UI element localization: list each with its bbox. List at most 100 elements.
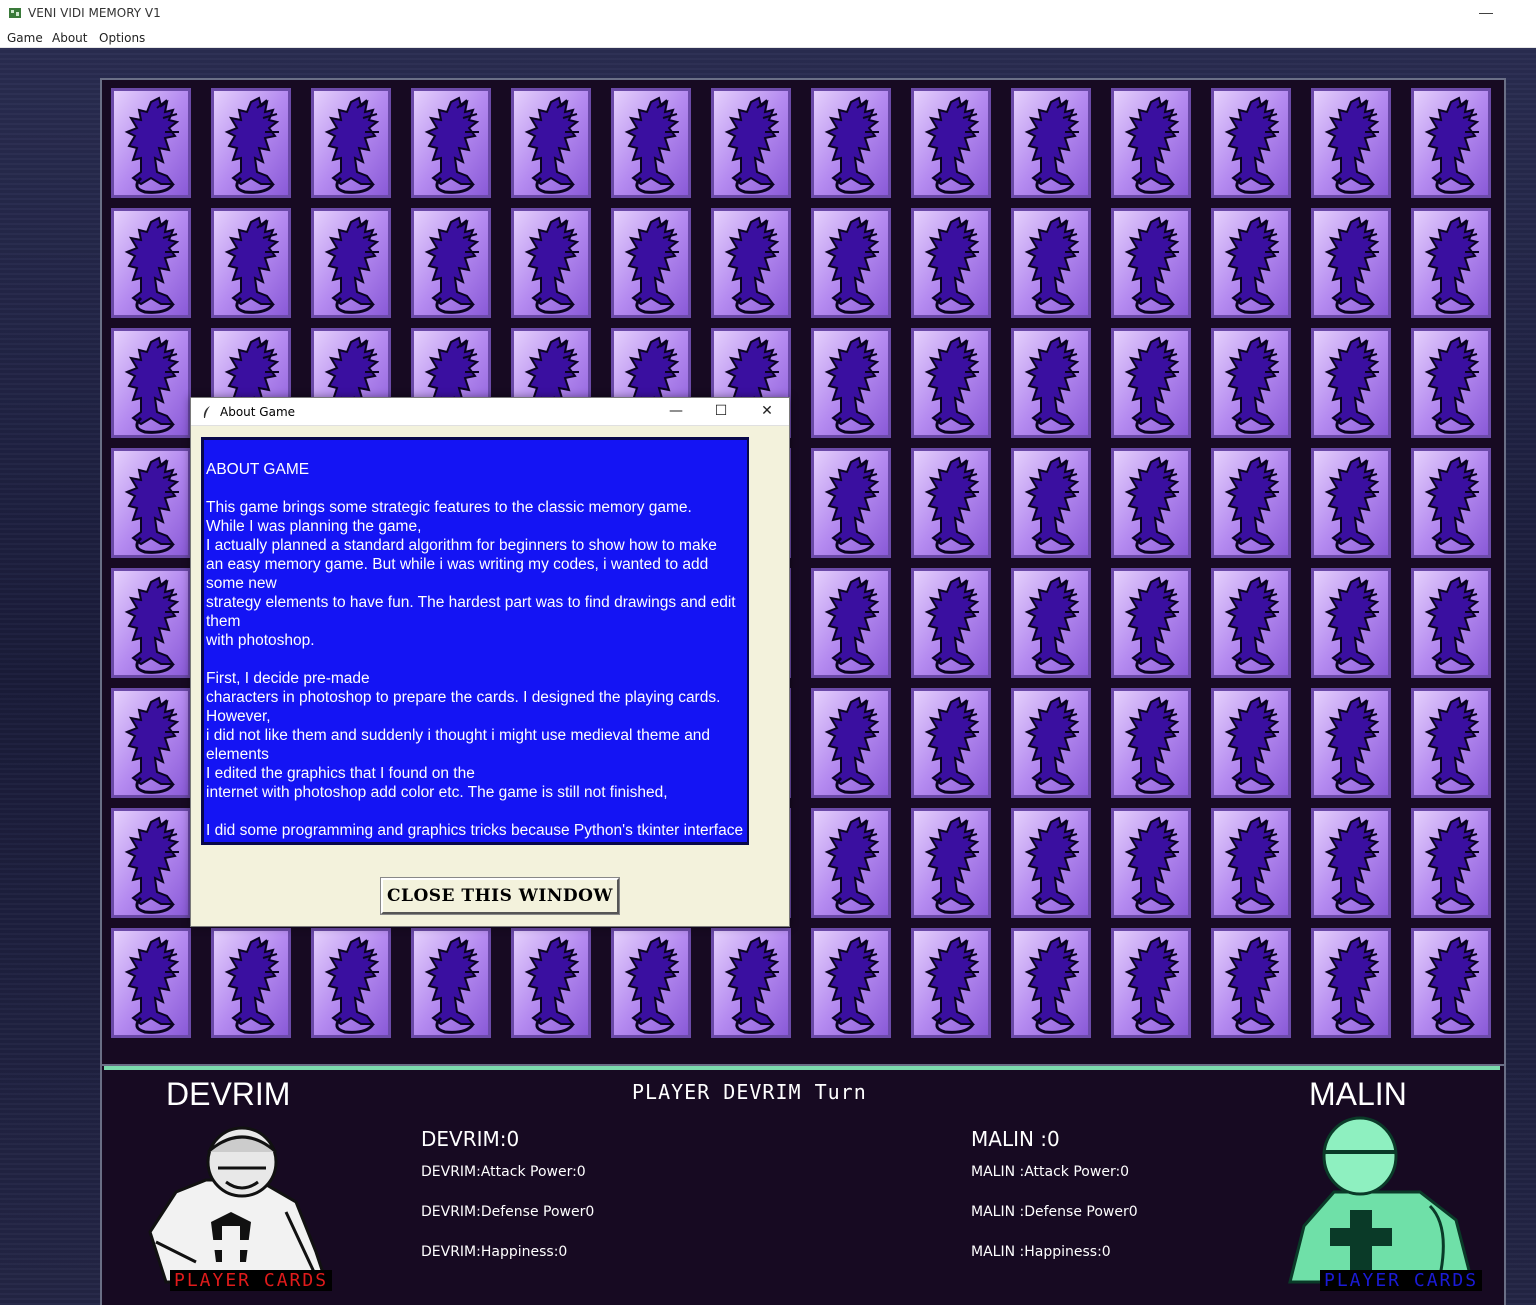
memory-card[interactable] [1311, 688, 1391, 798]
memory-card[interactable] [311, 928, 391, 1038]
memory-card[interactable] [1011, 568, 1091, 678]
memory-card[interactable] [111, 88, 191, 198]
memory-card[interactable] [1111, 328, 1191, 438]
memory-card[interactable] [811, 568, 891, 678]
memory-card[interactable] [1411, 448, 1491, 558]
knight-green-icon[interactable] [1280, 1116, 1474, 1284]
memory-card[interactable] [811, 688, 891, 798]
memory-card[interactable] [1211, 688, 1291, 798]
window-minimize-button[interactable]: — [1476, 4, 1496, 22]
memory-card[interactable] [1311, 88, 1391, 198]
memory-card[interactable] [1011, 328, 1091, 438]
memory-card[interactable] [1111, 208, 1191, 318]
memory-card[interactable] [411, 208, 491, 318]
memory-card[interactable] [911, 208, 991, 318]
memory-card[interactable] [1311, 568, 1391, 678]
memory-card[interactable] [811, 208, 891, 318]
memory-card[interactable] [511, 88, 591, 198]
memory-card[interactable] [511, 208, 591, 318]
memory-card[interactable] [811, 448, 891, 558]
memory-card[interactable] [911, 688, 991, 798]
memory-card[interactable] [211, 928, 291, 1038]
memory-card[interactable] [1311, 808, 1391, 918]
dragon-card-back-icon [411, 88, 491, 198]
memory-card[interactable] [1211, 208, 1291, 318]
memory-card[interactable] [1311, 928, 1391, 1038]
memory-card[interactable] [1111, 808, 1191, 918]
memory-card[interactable] [1411, 928, 1491, 1038]
memory-card[interactable] [111, 808, 191, 918]
memory-card[interactable] [711, 88, 791, 198]
memory-card[interactable] [1111, 448, 1191, 558]
memory-card[interactable] [1111, 568, 1191, 678]
memory-card[interactable] [1111, 928, 1191, 1038]
menu-options[interactable]: Options [99, 31, 145, 45]
memory-card[interactable] [1011, 808, 1091, 918]
memory-card[interactable] [1011, 448, 1091, 558]
memory-card[interactable] [1211, 448, 1291, 558]
left-player-cards-button[interactable]: PLAYER CARDS [170, 1270, 333, 1291]
memory-card[interactable] [1411, 808, 1491, 918]
memory-card[interactable] [511, 928, 591, 1038]
memory-card[interactable] [1011, 688, 1091, 798]
memory-card[interactable] [1411, 328, 1491, 438]
memory-card[interactable] [611, 928, 691, 1038]
memory-card[interactable] [811, 928, 891, 1038]
menu-about[interactable]: About [52, 31, 87, 45]
memory-card[interactable] [1111, 688, 1191, 798]
memory-card[interactable] [1211, 928, 1291, 1038]
memory-card[interactable] [1211, 328, 1291, 438]
memory-card[interactable] [911, 88, 991, 198]
memory-card[interactable] [1011, 88, 1091, 198]
memory-card[interactable] [111, 568, 191, 678]
memory-card[interactable] [1011, 928, 1091, 1038]
memory-card[interactable] [1411, 688, 1491, 798]
memory-card[interactable] [811, 88, 891, 198]
memory-card[interactable] [811, 328, 891, 438]
memory-card[interactable] [111, 448, 191, 558]
memory-card[interactable] [211, 208, 291, 318]
memory-card[interactable] [1211, 568, 1291, 678]
dragon-card-back-icon [711, 88, 791, 198]
memory-card[interactable] [811, 808, 891, 918]
memory-card[interactable] [1311, 328, 1391, 438]
dialog-minimize-button[interactable]: — [661, 402, 691, 422]
menu-game[interactable]: Game [7, 31, 43, 45]
memory-card[interactable] [1411, 88, 1491, 198]
dragon-card-back-icon [111, 448, 191, 558]
memory-card[interactable] [711, 208, 791, 318]
close-window-button[interactable]: CLOSE THIS WINDOW [380, 877, 620, 915]
memory-card[interactable] [211, 88, 291, 198]
memory-card[interactable] [1211, 808, 1291, 918]
memory-card[interactable] [111, 208, 191, 318]
memory-card[interactable] [1111, 88, 1191, 198]
right-player-cards-button[interactable]: PLAYER CARDS [1320, 1270, 1483, 1291]
memory-card[interactable] [311, 208, 391, 318]
about-text-area[interactable]: ABOUT GAME This game brings some strateg… [201, 437, 749, 845]
memory-card[interactable] [911, 328, 991, 438]
memory-card[interactable] [1411, 208, 1491, 318]
memory-card[interactable] [1311, 208, 1391, 318]
dialog-maximize-button[interactable]: ☐ [706, 402, 736, 422]
memory-card[interactable] [1211, 88, 1291, 198]
window-titlebar: VENI VIDI MEMORY V1 — [0, 0, 1536, 27]
memory-card[interactable] [711, 928, 791, 1038]
knight-white-icon[interactable] [136, 1122, 328, 1284]
left-defense-power: DEVRIM:Defense Power0 [421, 1204, 595, 1220]
memory-card[interactable] [911, 928, 991, 1038]
memory-card[interactable] [911, 448, 991, 558]
memory-card[interactable] [111, 928, 191, 1038]
memory-card[interactable] [311, 88, 391, 198]
memory-card[interactable] [1011, 208, 1091, 318]
memory-card[interactable] [111, 688, 191, 798]
memory-card[interactable] [411, 88, 491, 198]
memory-card[interactable] [911, 808, 991, 918]
memory-card[interactable] [1411, 568, 1491, 678]
memory-card[interactable] [411, 928, 491, 1038]
dialog-close-button[interactable]: ✕ [752, 402, 782, 422]
memory-card[interactable] [1311, 448, 1391, 558]
memory-card[interactable] [911, 568, 991, 678]
memory-card[interactable] [111, 328, 191, 438]
memory-card[interactable] [611, 208, 691, 318]
memory-card[interactable] [611, 88, 691, 198]
